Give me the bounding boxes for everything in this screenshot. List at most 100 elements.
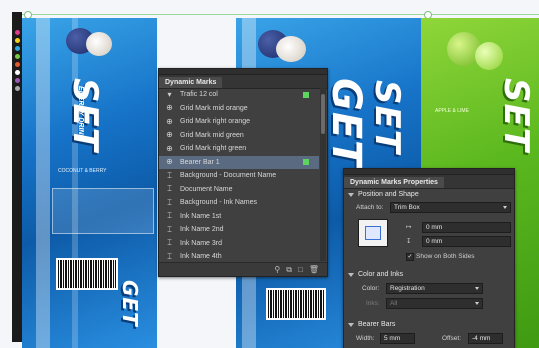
inks-value: All [390,300,398,307]
chevron-down-icon [348,272,354,277]
mark-label: Grid Mark mid green [180,131,244,139]
panel-footer: ⚲ ⧉ □ 🗑 [159,262,327,276]
coconut-image [86,32,112,56]
magenta-swatch [15,30,20,35]
can-gloss [36,18,50,348]
cyan-swatch [15,46,20,51]
vertical-offset-field[interactable]: 0 mm [422,236,511,247]
horizontal-offset-field[interactable]: 0 mm [422,222,511,233]
text-icon: ⌶ [167,238,172,248]
text-icon: ⌶ [167,211,172,221]
trim-line [22,14,539,15]
apple-image [475,42,503,70]
mark-label: Ink Name 3rd [180,239,223,247]
text-icon: ⌶ [167,251,172,261]
offset-field[interactable]: -4 mm [468,333,503,344]
green-swatch [15,54,20,59]
can-brand-text: GET [118,280,142,327]
section-color-and-inks[interactable]: Color and Inks [344,269,403,280]
section-title: Position and Shape [358,191,419,198]
horizontal-offset-icon: ↦ [406,224,412,231]
width-label: Width: [356,335,375,342]
tab-dynamic-marks-properties[interactable]: Dynamic Marks Properties [344,177,444,188]
enabled-indicator[interactable] [303,159,309,166]
chevron-down-icon: ▾ [167,89,172,99]
section-position-and-shape[interactable]: Position and Shape [344,189,419,200]
white-swatch [15,70,20,75]
chevron-down-icon [475,287,479,290]
mark-label: Trafic 12 col [180,91,218,99]
chevron-down-icon [348,322,354,327]
show-both-sides-label: Show on Both Sides [416,253,475,260]
mark-list-item[interactable]: ⌶ Background - Ink Names [159,196,319,210]
mark-label: Grid Mark right green [180,145,247,153]
artwork-canvas[interactable]: SET ENERGY DRINK COCONUT & BERRY GET GET… [0,0,539,348]
inks-dropdown[interactable]: All [386,298,483,309]
color-label: Color: [362,285,380,292]
can-energy-text: ENERGY DRINK [77,86,84,140]
attach-to-value: Trim Box [394,204,420,211]
attach-to-dropdown[interactable]: Trim Box [390,202,511,213]
delete-icon[interactable]: 🗑 [309,265,319,274]
dynamic-marks-panel: Dynamic Marks ▾ Trafic 12 col ⊕ Grid Mark m… [158,68,328,277]
new-mark-icon[interactable]: □ [298,265,303,274]
panel-tab-bar: Dynamic Marks [159,75,327,89]
mark-label: Document Name [180,185,233,193]
mark-list-item[interactable]: ⌶ Ink Name 4th [159,250,319,261]
color-dropdown[interactable]: Registration [386,283,483,294]
dynamic-marks-list: ▾ Trafic 12 col ⊕ Grid Mark mid orange ⊕ Grid… [159,88,319,261]
mark-list-item[interactable]: ⌶ Ink Name 3rd [159,237,319,251]
mark-label: Ink Name 2nd [180,226,224,234]
barcode [56,258,118,290]
crosshair-icon: ⊕ [166,143,173,153]
can-brand-text: SET [367,80,407,154]
width-field[interactable]: 5 mm [380,333,415,344]
gray-swatch [15,86,20,91]
crosshair-icon: ⊕ [166,103,173,113]
can-brand-text: SET [496,78,536,152]
chevron-down-icon [348,192,354,197]
mark-list-item[interactable]: ▾ Trafic 12 col [159,88,319,102]
mark-list-item[interactable]: ⌶ Ink Name 1st [159,210,319,224]
panel-tab-bar: Dynamic Marks Properties [344,175,514,189]
mark-list-item[interactable]: ⊕ Grid Mark right green [159,142,319,156]
offset-label: Offset: [442,335,462,342]
search-icon[interactable]: ⚲ [274,265,280,274]
mark-label: Ink Name 1st [180,212,222,220]
crosshair-icon: ⊕ [166,116,173,126]
tab-dynamic-marks[interactable]: Dynamic Marks [159,77,223,88]
section-title: Color and Inks [358,271,404,278]
text-icon: ⌶ [167,184,172,194]
coconut-image [276,36,306,62]
mark-label: Background - Document Name [180,172,277,180]
barcode [266,288,326,320]
mark-list-item[interactable]: ⊕ Bearer Bar 1 [159,155,319,169]
text-block-icon: ⌶ [167,197,172,207]
section-bearer-bars[interactable]: Bearer Bars [344,319,395,330]
crosshair-icon: ⊕ [166,157,173,167]
chevron-down-icon [475,302,479,305]
position-anchor-widget[interactable] [358,219,388,247]
scrollbar-thumb[interactable] [321,94,325,134]
text-icon: ⌶ [167,224,172,234]
mark-label: Background - Ink Names [180,199,258,207]
mark-list-item[interactable]: ⌶ Document Name [159,183,319,197]
text-block-icon: ⌶ [167,170,172,180]
mark-list-item[interactable]: ⌶ Background - Document Name [159,169,319,183]
chevron-down-icon [503,206,507,209]
list-scrollbar[interactable] [320,88,326,261]
crosshair-icon: ⊕ [166,130,173,140]
attach-label: Attach to: [356,204,384,211]
inks-label: Inks: [366,300,380,307]
can-brand-text: GET [323,78,369,169]
duplicate-icon[interactable]: ⧉ [286,265,292,275]
can-gloss [72,18,78,348]
enabled-indicator[interactable] [303,91,309,98]
mark-list-item[interactable]: ⊕ Grid Mark right orange [159,115,319,129]
vertical-offset-icon: ↧ [406,238,412,245]
show-both-sides-checkbox[interactable]: ✓ [406,253,414,261]
mark-list-item[interactable]: ⌶ Ink Name 2nd [159,223,319,237]
mark-list-item[interactable]: ⊕ Grid Mark mid orange [159,102,319,116]
mark-list-item[interactable]: ⊕ Grid Mark mid green [159,129,319,143]
can-flavor-text: APPLE & LIME [435,108,469,114]
